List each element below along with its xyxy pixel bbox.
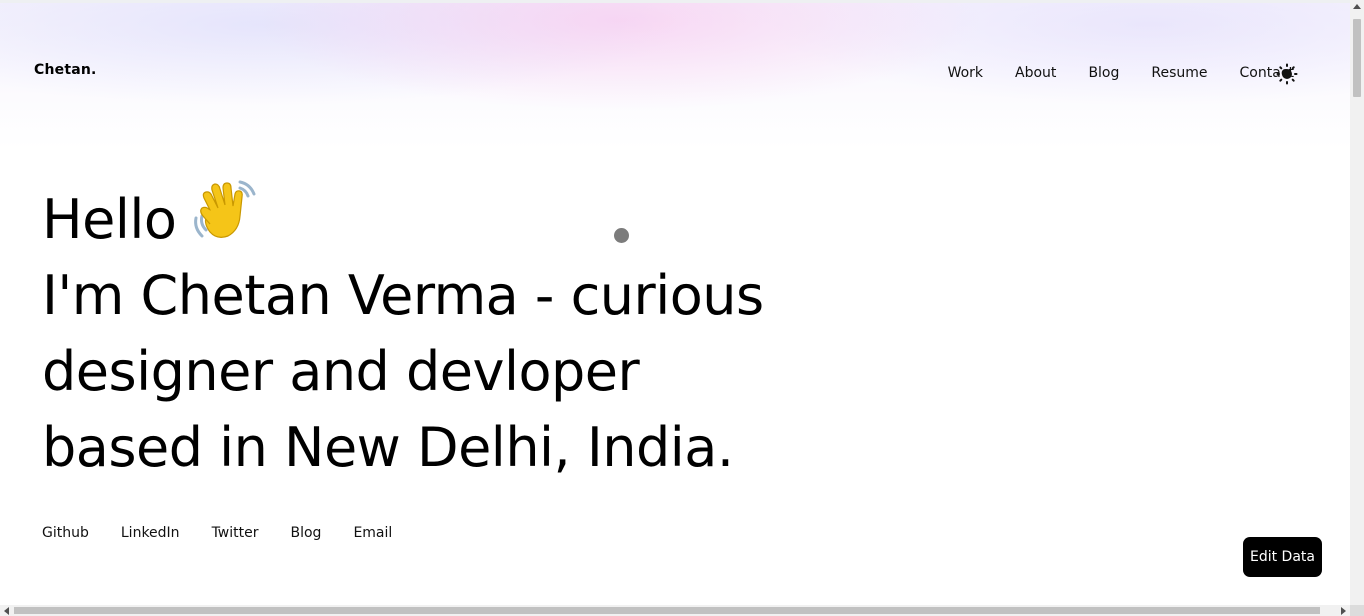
- sun-icon: [1276, 63, 1298, 85]
- scroll-right-arrow-icon[interactable]: [1341, 607, 1346, 615]
- scroll-left-arrow-icon[interactable]: [4, 607, 9, 615]
- horizontal-scrollbar[interactable]: [0, 605, 1350, 616]
- top-border: [0, 0, 1350, 3]
- nav-link-about[interactable]: About: [1015, 63, 1056, 83]
- vertical-scrollbar[interactable]: [1350, 0, 1364, 605]
- nav-link-work[interactable]: Work: [948, 63, 983, 83]
- hero-role-line: designer and devloper: [42, 340, 640, 403]
- site-logo[interactable]: Chetan.: [34, 62, 97, 78]
- horizontal-scrollbar-thumb[interactable]: [14, 607, 1320, 614]
- vertical-scrollbar-thumb[interactable]: [1353, 19, 1361, 97]
- page: Chetan. Work About Blog Resume Contact H…: [0, 0, 1364, 616]
- social-link-github[interactable]: Github: [42, 523, 89, 543]
- waving-hand-icon: [194, 180, 256, 238]
- social-link-blog[interactable]: Blog: [290, 523, 321, 543]
- theme-toggle-button[interactable]: [1276, 63, 1298, 85]
- edit-data-button[interactable]: Edit Data: [1243, 537, 1322, 577]
- hero-greeting-line: Hello: [42, 176, 764, 258]
- social-links: Github LinkedIn Twitter Blog Email: [42, 523, 424, 543]
- social-link-email[interactable]: Email: [353, 523, 392, 543]
- hero-heading: Hello I'm Chetan Verma - curious designe…: [42, 176, 764, 486]
- scroll-up-arrow-icon[interactable]: [1353, 4, 1361, 9]
- custom-cursor-dot: [614, 228, 629, 243]
- main-nav: Work About Blog Resume Contact: [948, 63, 1294, 83]
- hero-greeting: Hello: [42, 188, 177, 251]
- social-link-linkedin[interactable]: LinkedIn: [121, 523, 180, 543]
- nav-link-blog[interactable]: Blog: [1088, 63, 1119, 83]
- hero-intro-line: I'm Chetan Verma - curious: [42, 264, 764, 327]
- nav-link-resume[interactable]: Resume: [1151, 63, 1207, 83]
- scrollbar-corner: [1350, 605, 1364, 616]
- social-link-twitter[interactable]: Twitter: [212, 523, 259, 543]
- hero-location-line: based in New Delhi, India.: [42, 416, 734, 479]
